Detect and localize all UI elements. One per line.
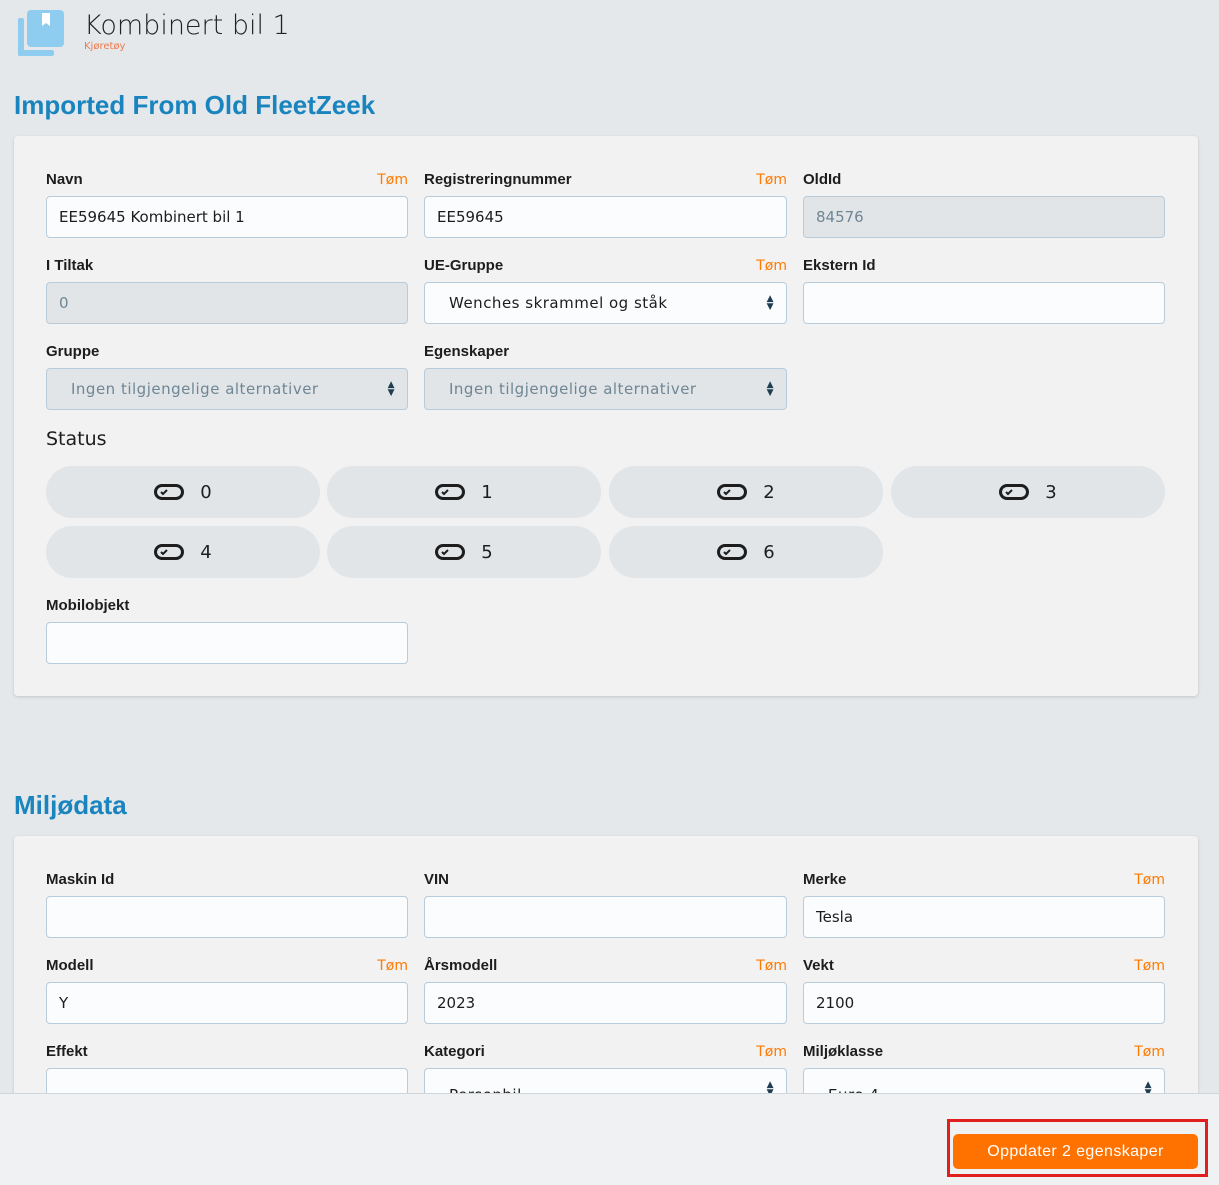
egenskaper-select-value: Ingen tilgjengelige alternativer (449, 380, 697, 398)
aar-label: Årsmodell (424, 957, 498, 974)
kategori-label: Kategori (424, 1043, 485, 1060)
toggle-check-icon (717, 544, 748, 560)
status-option-5[interactable]: 5 (327, 526, 601, 578)
mobil-input[interactable] (46, 622, 408, 664)
merke-label: Merke (803, 871, 847, 888)
merke-input[interactable]: Tesla (803, 896, 1165, 938)
status-label: Status (46, 428, 107, 450)
toggle-check-icon (717, 484, 748, 500)
status-option-6[interactable]: 6 (609, 526, 883, 578)
kategori-clear[interactable]: Tøm (727, 1044, 787, 1060)
oldid-label: OldId (803, 171, 842, 188)
tiltak-label: I Tiltak (46, 257, 94, 274)
status-option-label: 3 (1045, 481, 1057, 503)
effekt-label: Effekt (46, 1043, 88, 1060)
modell-input[interactable]: Y (46, 982, 408, 1024)
vekt-clear[interactable]: Tøm (1105, 958, 1165, 974)
toggle-check-icon (435, 544, 466, 560)
modell-clear[interactable]: Tøm (348, 958, 408, 974)
section-heading-imported: Imported From Old FleetZeek (14, 90, 376, 120)
ue-label: UE-Gruppe (424, 257, 504, 274)
section-heading-miljodata: Miljødata (14, 790, 127, 820)
sort-arrows-icon: ▲▼ (766, 380, 774, 398)
ue-clear[interactable]: Tøm (727, 258, 787, 274)
ue-select[interactable]: Wenches skrammel og ståk ▲ ▼ (424, 282, 787, 324)
status-option-label: 6 (763, 541, 775, 563)
ekstern-input[interactable] (803, 282, 1165, 324)
ue-select-value: Wenches skrammel og ståk (449, 294, 668, 312)
status-option-label: 4 (200, 541, 212, 563)
navn-clear[interactable]: Tøm (348, 172, 408, 188)
merke-clear[interactable]: Tøm (1105, 872, 1165, 888)
egenskaper-label: Egenskaper (424, 343, 510, 360)
aar-clear[interactable]: Tøm (727, 958, 787, 974)
reg-label: Registreringnummer (424, 171, 572, 188)
egenskaper-select[interactable]: Ingen tilgjengelige alternativer ▲ ▼ (424, 368, 787, 410)
status-option-4[interactable]: 4 (46, 526, 320, 578)
aar-input[interactable]: 2023 (424, 982, 787, 1024)
gruppe-label: Gruppe (46, 343, 100, 360)
reg-clear[interactable]: Tøm (727, 172, 787, 188)
oldid-input: 84576 (803, 196, 1165, 238)
book-icon (18, 10, 64, 56)
page-subtitle: Kjøretøy (84, 41, 126, 52)
maskin-input[interactable] (46, 896, 408, 938)
sort-arrows-icon: ▲▼ (387, 380, 395, 398)
vekt-label: Vekt (803, 957, 834, 974)
vekt-input[interactable]: 2100 (803, 982, 1165, 1024)
toggle-check-icon (154, 484, 185, 500)
modell-label: Modell (46, 957, 94, 974)
status-option-1[interactable]: 1 (327, 466, 601, 518)
maskin-label: Maskin Id (46, 871, 115, 888)
miljo-label: Miljøklasse (803, 1043, 884, 1060)
status-option-label: 2 (763, 481, 775, 503)
status-option-label: 0 (200, 481, 212, 503)
status-option-3[interactable]: 3 (891, 466, 1165, 518)
status-option-label: 5 (481, 541, 493, 563)
update-properties-button[interactable]: Oppdater 2 egenskaper (953, 1134, 1198, 1169)
page-title: Kombinert bil 1 (84, 10, 290, 41)
status-option-2[interactable]: 2 (609, 466, 883, 518)
mobil-label: Mobilobjekt (46, 597, 130, 614)
miljo-clear[interactable]: Tøm (1105, 1044, 1165, 1060)
gruppe-select[interactable]: Ingen tilgjengelige alternativer ▲ ▼ (46, 368, 408, 410)
status-option-label: 1 (481, 481, 493, 503)
vin-label: VIN (424, 871, 450, 888)
navn-label: Navn (46, 171, 83, 188)
vin-input[interactable] (424, 896, 787, 938)
status-option-0[interactable]: 0 (46, 466, 320, 518)
navn-input[interactable]: EE59645 Kombinert bil 1 (46, 196, 408, 238)
gruppe-select-value: Ingen tilgjengelige alternativer (71, 380, 319, 398)
tiltak-input: 0 (46, 282, 408, 324)
toggle-check-icon (435, 484, 466, 500)
toggle-check-icon (154, 544, 185, 560)
sort-arrows-icon: ▲▼ (766, 294, 774, 312)
toggle-check-icon (999, 484, 1030, 500)
ekstern-label: Ekstern Id (803, 257, 876, 274)
reg-input[interactable]: EE59645 (424, 196, 787, 238)
